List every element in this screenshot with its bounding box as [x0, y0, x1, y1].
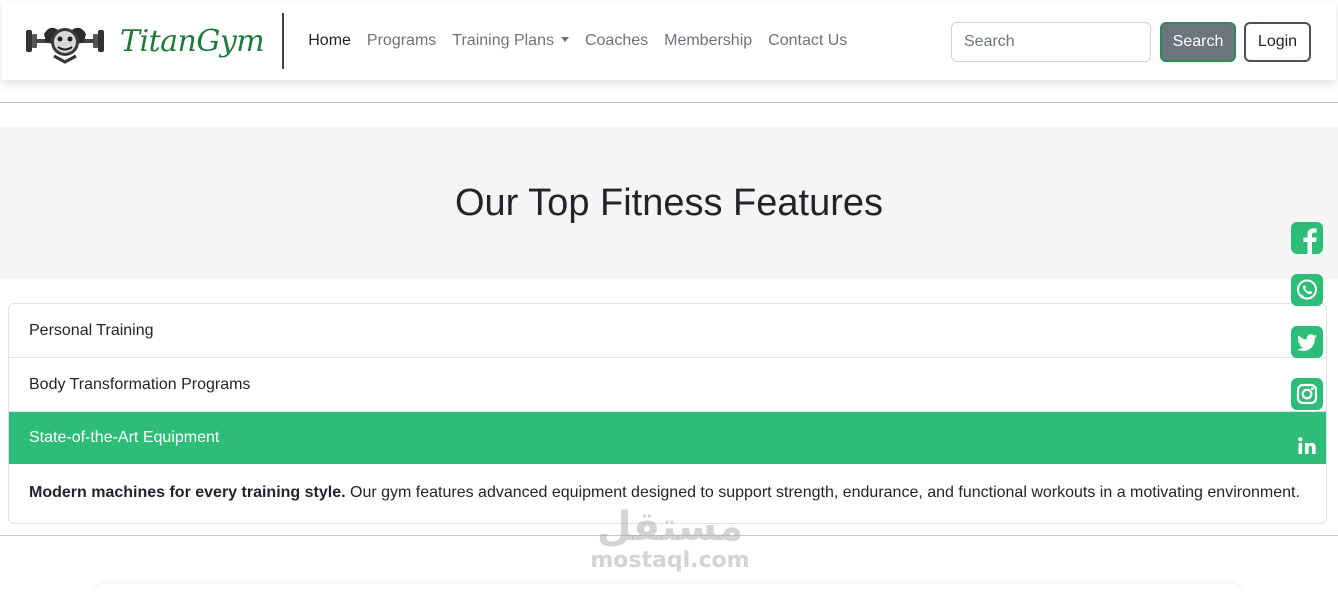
accordion-header-equipment[interactable]: State-of-the-Art Equipment: [9, 412, 1326, 464]
accordion-title: Body Transformation Programs: [29, 375, 251, 393]
whatsapp-icon[interactable]: [1291, 274, 1323, 306]
search-input[interactable]: [951, 22, 1151, 62]
divider-top: [0, 102, 1338, 103]
accordion-header-personal-training[interactable]: Personal Training: [9, 304, 1326, 357]
brand[interactable]: TitanGym: [24, 13, 285, 69]
login-button[interactable]: Login: [1244, 22, 1311, 62]
section-title: Our Top Fitness Features: [454, 181, 884, 224]
features-accordion: Personal Training Body Transformation Pr…: [8, 303, 1327, 524]
brand-name: TitanGym: [120, 23, 265, 59]
gym-mascot-logo-icon: [26, 27, 104, 64]
nav-training-plans[interactable]: Training Plans: [444, 32, 577, 50]
search-button[interactable]: Search: [1160, 22, 1236, 62]
nav-coaches[interactable]: Coaches: [577, 32, 656, 50]
accordion-title: Personal Training: [29, 321, 154, 339]
accordion-header-body-transformation[interactable]: Body Transformation Programs: [9, 358, 1326, 411]
nav-programs[interactable]: Programs: [359, 32, 444, 50]
caret-down-icon: [560, 37, 569, 42]
accordion-item: Personal Training: [9, 304, 1326, 357]
nav-home[interactable]: Home: [300, 32, 359, 50]
instagram-icon[interactable]: [1291, 378, 1323, 410]
search-form: Search: [951, 22, 1236, 62]
twitter-icon[interactable]: [1291, 326, 1323, 358]
watermark: مستقل mostaql.com: [590, 505, 750, 573]
accordion-item: Body Transformation Programs: [9, 357, 1326, 411]
card-peek: [95, 584, 1241, 592]
accordion-body-text: Our gym features advanced equipment desi…: [345, 484, 1300, 501]
accordion-body-bold: Modern machines for every training style…: [29, 484, 346, 501]
navbar: TitanGym Home Programs Training Plans Co…: [2, 2, 1336, 80]
social-links: [1291, 222, 1323, 482]
linkedin-icon[interactable]: [1291, 430, 1323, 462]
watermark-arabic: مستقل: [596, 504, 744, 550]
features-hero: Our Top Fitness Features: [0, 127, 1338, 279]
watermark-latin: mostaql.com: [590, 548, 750, 573]
nav-membership[interactable]: Membership: [656, 32, 760, 50]
nav-links: Home Programs Training Plans Coaches Mem…: [300, 32, 855, 50]
facebook-icon[interactable]: [1291, 222, 1323, 254]
accordion-title: State-of-the-Art Equipment: [29, 429, 220, 446]
nav-contact-us[interactable]: Contact Us: [760, 32, 855, 50]
nav-training-plans-label: Training Plans: [452, 32, 554, 49]
